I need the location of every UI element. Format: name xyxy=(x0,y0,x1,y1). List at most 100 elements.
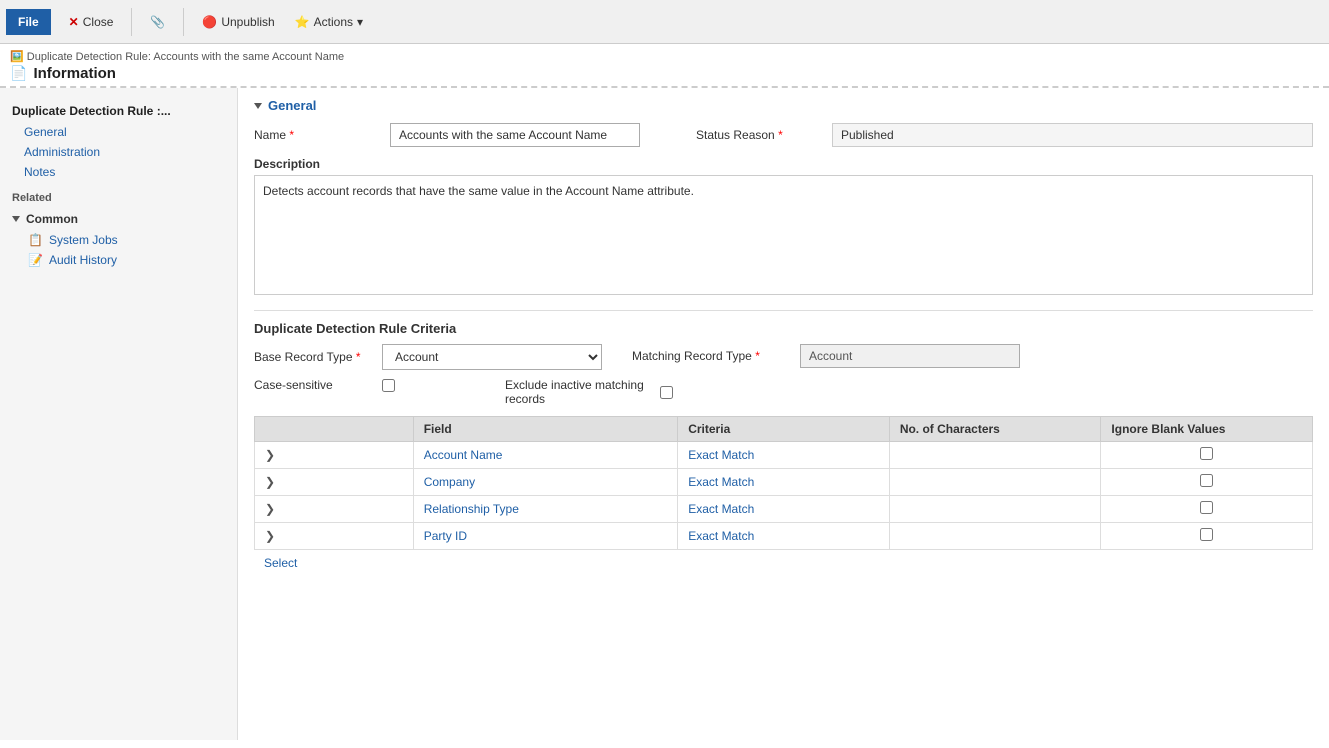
general-section-header: General xyxy=(254,98,1313,113)
sidebar-item-notes[interactable]: Notes xyxy=(0,162,237,182)
row-expand-0[interactable]: ❯ xyxy=(255,442,414,469)
common-group-header[interactable]: Common xyxy=(0,208,237,230)
name-row: Name * Status Reason * xyxy=(254,123,1313,147)
table-row: ❯ Party ID Exact Match xyxy=(255,523,1313,550)
row-criteria-2: Exact Match xyxy=(678,496,890,523)
matching-record-value: Account xyxy=(800,344,1020,368)
separator-2 xyxy=(183,8,184,36)
matching-record-label: Matching Record Type * xyxy=(632,349,792,363)
row-ignore-3 xyxy=(1101,523,1313,550)
attachment-icon: 📎 xyxy=(150,15,165,29)
exclude-inactive-checkbox[interactable] xyxy=(660,386,673,399)
actions-label: Actions xyxy=(314,15,353,29)
attachment-button[interactable]: 📎 xyxy=(142,11,173,33)
col-header-field: Field xyxy=(413,417,678,442)
name-input[interactable] xyxy=(390,123,640,147)
row-chars-2 xyxy=(889,496,1101,523)
row-expand-1[interactable]: ❯ xyxy=(255,469,414,496)
field-link-1[interactable]: Company xyxy=(424,475,475,489)
row-chars-0 xyxy=(889,442,1101,469)
sidebar-item-administration[interactable]: Administration xyxy=(0,142,237,162)
info-icon: 📄 xyxy=(10,65,27,82)
base-record-row: Base Record Type * Account Matching Reco… xyxy=(254,344,1313,370)
row-criteria-1: Exact Match xyxy=(678,469,890,496)
criteria-form: Base Record Type * Account Matching Reco… xyxy=(254,344,1313,406)
criteria-link-3[interactable]: Exact Match xyxy=(688,529,754,543)
table-row: ❯ Relationship Type Exact Match xyxy=(255,496,1313,523)
criteria-link-2[interactable]: Exact Match xyxy=(688,502,754,516)
field-link-2[interactable]: Relationship Type xyxy=(424,502,519,516)
row-ignore-0 xyxy=(1101,442,1313,469)
table-row: ❯ Account Name Exact Match xyxy=(255,442,1313,469)
case-sensitive-group: Case-sensitive xyxy=(254,378,395,392)
row-field-3: Party ID xyxy=(413,523,678,550)
sidebar-item-general[interactable]: General xyxy=(0,122,237,142)
row-field-2: Relationship Type xyxy=(413,496,678,523)
system-jobs-icon: 📋 xyxy=(28,233,43,247)
row-criteria-3: Exact Match xyxy=(678,523,890,550)
base-required: * xyxy=(356,350,361,364)
actions-dropdown-icon: ▾ xyxy=(357,15,363,29)
unpublish-button[interactable]: 🔴 Unpublish xyxy=(194,11,282,33)
breadcrumb: 🖼️ Duplicate Detection Rule: Accounts wi… xyxy=(10,50,1319,63)
name-label: Name * xyxy=(254,128,374,142)
status-required: * xyxy=(778,128,783,142)
actions-button[interactable]: ⭐ Actions ▾ xyxy=(287,11,371,33)
case-sensitive-checkbox[interactable] xyxy=(382,379,395,392)
col-header-criteria: Criteria xyxy=(678,417,890,442)
field-link-3[interactable]: Party ID xyxy=(424,529,467,543)
matching-required: * xyxy=(755,349,760,363)
file-button[interactable]: File xyxy=(6,9,51,35)
description-textarea[interactable] xyxy=(254,175,1313,295)
description-label: Description xyxy=(254,157,1313,171)
row-criteria-0: Exact Match xyxy=(678,442,890,469)
actions-icon: ⭐ xyxy=(295,15,310,29)
criteria-link-1[interactable]: Exact Match xyxy=(688,475,754,489)
sidebar-item-audit-history[interactable]: 📝 Audit History xyxy=(0,250,237,270)
case-sensitive-label: Case-sensitive xyxy=(254,378,374,392)
sidebar-item-system-jobs[interactable]: 📋 System Jobs xyxy=(0,230,237,250)
name-required: * xyxy=(289,128,294,142)
ignore-checkbox-2[interactable] xyxy=(1200,501,1213,514)
exclude-inactive-label: Exclude inactive matching records xyxy=(505,378,644,406)
table-row: ❯ Company Exact Match xyxy=(255,469,1313,496)
row-ignore-2 xyxy=(1101,496,1313,523)
toolbar: File ✕ Close 📎 🔴 Unpublish ⭐ Actions ▾ xyxy=(0,0,1329,44)
row-chars-3 xyxy=(889,523,1101,550)
base-record-select[interactable]: Account xyxy=(382,344,602,370)
row-chars-1 xyxy=(889,469,1101,496)
ignore-checkbox-1[interactable] xyxy=(1200,474,1213,487)
row-ignore-1 xyxy=(1101,469,1313,496)
matching-record-group: Matching Record Type * Account xyxy=(632,344,1020,368)
close-button[interactable]: ✕ Close xyxy=(61,11,122,33)
ignore-checkbox-3[interactable] xyxy=(1200,528,1213,541)
common-expand-icon xyxy=(12,216,20,222)
field-link-0[interactable]: Account Name xyxy=(424,448,503,462)
row-expand-2[interactable]: ❯ xyxy=(255,496,414,523)
page-icon: 🖼️ xyxy=(10,51,24,63)
checkbox-row: Case-sensitive Exclude inactive matching… xyxy=(254,378,1313,406)
close-icon: ✕ xyxy=(69,15,79,29)
main-layout: Duplicate Detection Rule :... General Ad… xyxy=(0,88,1329,740)
general-expand-icon xyxy=(254,103,262,109)
col-header-chars: No. of Characters xyxy=(889,417,1101,442)
exclude-inactive-group: Exclude inactive matching records xyxy=(505,378,673,406)
ignore-checkbox-0[interactable] xyxy=(1200,447,1213,460)
criteria-link-0[interactable]: Exact Match xyxy=(688,448,754,462)
criteria-table: Field Criteria No. of Characters Ignore … xyxy=(254,416,1313,550)
audit-history-icon: 📝 xyxy=(28,253,43,267)
sidebar-section-title: Duplicate Detection Rule :... xyxy=(0,96,237,122)
status-reason-label: Status Reason * xyxy=(696,128,816,142)
content-area: General Name * Status Reason * Descripti… xyxy=(238,88,1329,740)
related-label: Related xyxy=(0,182,237,208)
row-expand-3[interactable]: ❯ xyxy=(255,523,414,550)
base-record-label: Base Record Type * xyxy=(254,350,374,364)
close-label: Close xyxy=(83,15,114,29)
status-reason-input[interactable] xyxy=(832,123,1313,147)
title-area: 🖼️ Duplicate Detection Rule: Accounts wi… xyxy=(0,44,1329,88)
row-field-1: Company xyxy=(413,469,678,496)
col-header-ignore: Ignore Blank Values xyxy=(1101,417,1313,442)
col-header-expand xyxy=(255,417,414,442)
select-link[interactable]: Select xyxy=(264,556,297,570)
select-row: Select xyxy=(254,550,1313,576)
